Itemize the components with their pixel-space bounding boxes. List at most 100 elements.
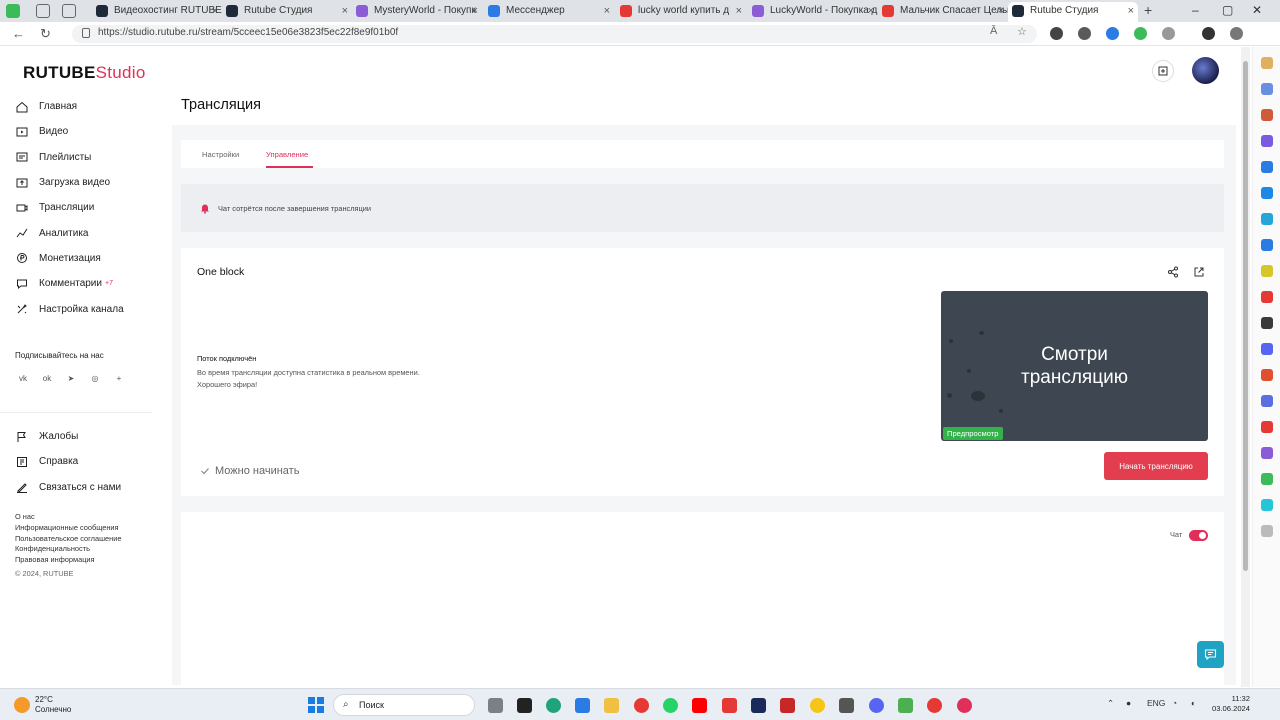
sidebar-app-icon[interactable]: [1261, 499, 1273, 511]
extension-icon[interactable]: [1050, 27, 1063, 40]
translate-icon[interactable]: Ā: [990, 25, 997, 37]
stream-preview[interactable]: Смотри трансляцию Предпросмотр: [941, 291, 1208, 441]
sidebar-app-icon[interactable]: [1261, 395, 1273, 407]
close-tab-icon[interactable]: ×: [868, 2, 874, 20]
sidebar-item-help[interactable]: Справка: [15, 449, 121, 474]
telegram-icon[interactable]: ➤: [63, 370, 79, 386]
sidebar-app-icon[interactable]: [1261, 187, 1273, 199]
minimize-icon[interactable]: –: [1192, 3, 1199, 17]
sidebar-item-broadcasts[interactable]: Трансляции: [15, 195, 124, 220]
close-tab-icon[interactable]: ×: [1128, 2, 1134, 20]
volume-icon[interactable]: ◖: [1190, 698, 1195, 708]
ok-icon[interactable]: ok: [39, 370, 55, 386]
support-chat-button[interactable]: [1197, 641, 1224, 668]
sidebar-app-icon[interactable]: [1261, 343, 1273, 355]
close-tab-icon[interactable]: ×: [736, 2, 742, 20]
sidebar-app-icon[interactable]: [1261, 369, 1273, 381]
footer-link-privacy[interactable]: Конфиденциальность: [15, 544, 121, 555]
taskbar-app-icon[interactable]: [839, 698, 854, 713]
extension-icon[interactable]: [1106, 27, 1119, 40]
maximize-icon[interactable]: ▢: [1222, 3, 1233, 17]
sidebar-item-analytics[interactable]: Аналитика: [15, 220, 124, 245]
sidebar-app-icon[interactable]: [1261, 135, 1273, 147]
browser-tab[interactable]: LuckyWorld - Покупка д ×: [748, 2, 878, 22]
taskbar-app-icon[interactable]: [751, 698, 766, 713]
windows-start-icon[interactable]: [308, 697, 324, 713]
footer-link-info[interactable]: Информационные сообщения: [15, 523, 121, 534]
browser-tab[interactable]: lucky world купить д ×: [616, 2, 746, 22]
sidebar-item-contact[interactable]: Связаться с нами: [15, 475, 121, 500]
sidebar-app-icon[interactable]: [1261, 213, 1273, 225]
bookmark-star-icon[interactable]: ☆: [1017, 25, 1027, 38]
footer-link-legal[interactable]: Правовая информация: [15, 555, 121, 566]
share-icon[interactable]: [1167, 265, 1179, 283]
sidebar-app-icon[interactable]: [1261, 291, 1273, 303]
close-tab-icon[interactable]: ×: [342, 2, 348, 20]
file-explorer-icon[interactable]: [604, 698, 619, 713]
youtube-icon[interactable]: [692, 698, 707, 713]
extension-icon[interactable]: [1230, 27, 1243, 40]
whatsapp-icon[interactable]: [663, 698, 678, 713]
opera-icon[interactable]: [927, 698, 942, 713]
sidebar-item-channel-settings[interactable]: Настройка канала: [15, 296, 124, 321]
extension-icon[interactable]: [1202, 27, 1215, 40]
minecraft-icon[interactable]: [898, 698, 913, 713]
footer-link-terms[interactable]: Пользовательское соглашение: [15, 534, 121, 545]
extension-icon[interactable]: [1134, 27, 1147, 40]
sidebar-app-icon[interactable]: [1261, 317, 1273, 329]
task-view-icon[interactable]: [488, 698, 503, 713]
external-link-icon[interactable]: [1193, 265, 1205, 283]
yandex-icon[interactable]: [722, 698, 737, 713]
sidebar-app-icon[interactable]: [1261, 109, 1273, 121]
workspaces-icon[interactable]: [36, 4, 50, 18]
sidebar-app-icon[interactable]: [1261, 239, 1273, 251]
taskbar-app-icon[interactable]: [517, 698, 532, 713]
plus-icon[interactable]: +: [111, 370, 127, 386]
close-tab-icon[interactable]: ×: [998, 2, 1004, 20]
sidebar-item-comments[interactable]: Комментарии +7: [15, 271, 124, 296]
extension-icon[interactable]: [1078, 27, 1091, 40]
discord-icon[interactable]: [869, 698, 884, 713]
start-stream-button[interactable]: Начать трансляцию: [1104, 452, 1208, 480]
extension-icon[interactable]: [1162, 27, 1175, 40]
close-tab-icon[interactable]: ×: [472, 2, 478, 20]
close-window-icon[interactable]: ✕: [1252, 3, 1262, 17]
sidebar-app-icon[interactable]: [1261, 525, 1273, 537]
browser-tab[interactable]: Мальчик Спасает Целы ×: [878, 2, 1008, 22]
tray-mic-icon[interactable]: ●: [1126, 698, 1131, 708]
taskbar-app-icon[interactable]: [780, 698, 795, 713]
sidebar-app-icon[interactable]: [1261, 421, 1273, 433]
tab-settings[interactable]: Настройки: [202, 150, 239, 159]
tab-management[interactable]: Управление: [266, 150, 308, 159]
avatar[interactable]: [1192, 57, 1219, 84]
browser-tab-active[interactable]: Rutube Студия ×: [1008, 2, 1138, 22]
taskbar-search[interactable]: ⌕ Поиск: [333, 694, 475, 716]
close-tab-icon[interactable]: ×: [212, 2, 218, 20]
sidebar-app-icon[interactable]: [1261, 473, 1273, 485]
browser-tab[interactable]: MysteryWorld - Покупк ×: [352, 2, 482, 22]
scrollbar-thumb[interactable]: [1243, 61, 1248, 571]
tab-list-icon[interactable]: [62, 4, 76, 18]
close-tab-icon[interactable]: ×: [604, 2, 610, 20]
back-icon[interactable]: ←: [12, 26, 25, 41]
sidebar-app-icon[interactable]: [1261, 161, 1273, 173]
yandex-browser-icon[interactable]: [634, 698, 649, 713]
taskbar-clock[interactable]: 11:32 03.06.2024: [1212, 694, 1250, 714]
footer-link-about[interactable]: О нас: [15, 512, 121, 523]
sidebar-item-upload[interactable]: Загрузка видео: [15, 170, 124, 195]
sidebar-item-home[interactable]: Главная: [15, 94, 124, 119]
store-icon[interactable]: [575, 698, 590, 713]
url-text[interactable]: https://studio.rutube.ru/stream/5cceec15…: [98, 27, 398, 38]
language-indicator[interactable]: ENG: [1147, 698, 1165, 708]
sidebar-app-icon[interactable]: [1261, 57, 1273, 69]
sidebar-app-icon[interactable]: [1261, 83, 1273, 95]
sidebar-item-monetization[interactable]: Монетизация: [15, 246, 124, 271]
chat-toggle[interactable]: [1189, 530, 1208, 541]
browser-menu-icon[interactable]: [6, 4, 20, 18]
browser-tab[interactable]: Rutube Студия ×: [222, 2, 352, 22]
sidebar-app-icon[interactable]: [1261, 265, 1273, 277]
reload-icon[interactable]: ↻: [40, 26, 51, 42]
sidebar-item-complaints[interactable]: Жалобы: [15, 424, 121, 449]
rutube-studio-logo[interactable]: RUTUBEStudio: [23, 63, 146, 83]
page-scrollbar[interactable]: [1241, 47, 1250, 687]
